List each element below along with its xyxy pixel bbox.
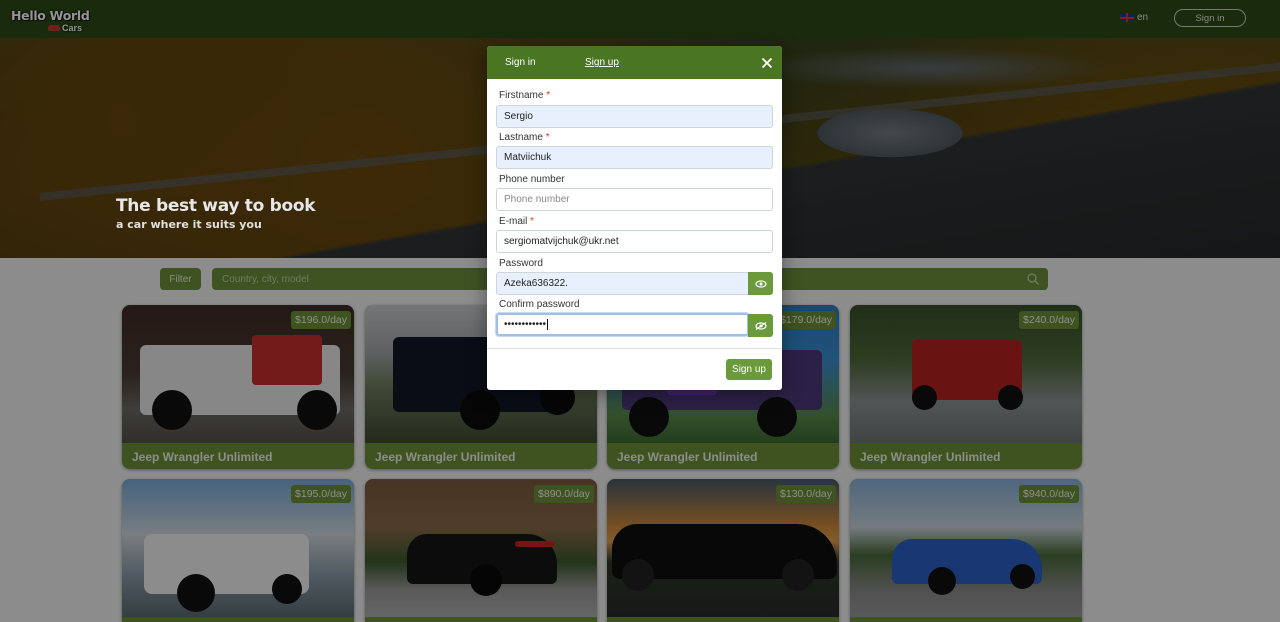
- phone-label: Phone number: [499, 174, 565, 185]
- modal-header: Sign in Sign up: [487, 46, 782, 79]
- hero-subtitle: a car where it suits you: [116, 218, 262, 231]
- email-label: E-mail *: [499, 216, 535, 227]
- password-field[interactable]: Azeka636322.: [496, 272, 749, 295]
- firstname-field[interactable]: Sergio: [496, 105, 773, 128]
- show-password-button[interactable]: [748, 272, 773, 295]
- lastname-field[interactable]: Matviichuk: [496, 146, 773, 169]
- phone-field[interactable]: Phone number: [496, 188, 773, 211]
- signup-modal: Sign in Sign up Firstname * Sergio Lastn…: [487, 46, 782, 390]
- password-label: Password: [499, 258, 543, 269]
- eye-icon: [754, 279, 767, 288]
- confirm-password-field[interactable]: ••••••••••••: [496, 313, 749, 336]
- firstname-label: Firstname *: [499, 90, 551, 101]
- email-field[interactable]: sergiomatvijchuk@ukr.net: [496, 230, 773, 253]
- tab-signup[interactable]: Sign up: [585, 57, 619, 68]
- confirm-password-value: ••••••••••••: [504, 319, 547, 331]
- confirm-password-label: Confirm password: [499, 299, 580, 310]
- lastname-label: Lastname *: [499, 132, 550, 143]
- show-confirm-password-button[interactable]: [748, 314, 773, 337]
- modal-divider: [487, 348, 782, 349]
- hero-title: The best way to book: [116, 196, 316, 216]
- tab-signin[interactable]: Sign in: [505, 57, 536, 68]
- signup-submit-button[interactable]: Sign up: [726, 359, 772, 380]
- close-icon[interactable]: [761, 57, 773, 69]
- text-caret: [547, 319, 549, 330]
- eye-slash-icon: [754, 321, 767, 330]
